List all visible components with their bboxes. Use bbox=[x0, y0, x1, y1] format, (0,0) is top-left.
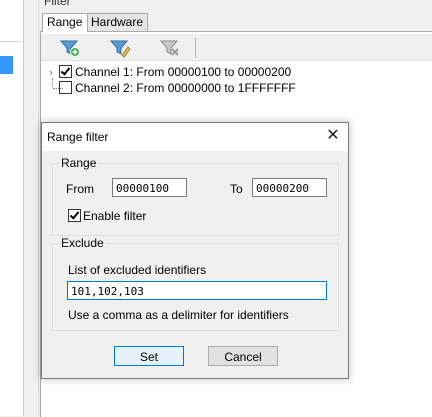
from-input[interactable]: 00000100 bbox=[112, 178, 187, 197]
delimiter-hint: Use a comma as a delimiter for identifie… bbox=[68, 308, 289, 322]
from-label: From bbox=[66, 182, 94, 196]
channel-1-checkbox[interactable] bbox=[59, 65, 72, 78]
to-label: To bbox=[230, 182, 243, 196]
dialog-title: Range filter bbox=[47, 130, 109, 144]
left-panel-divider bbox=[0, 41, 22, 42]
exclude-groupbox: Exclude List of excluded identifiers 101… bbox=[52, 236, 339, 331]
tree-connector bbox=[52, 78, 54, 88]
tree-connector bbox=[53, 88, 63, 90]
exclude-group-label: Exclude bbox=[59, 236, 106, 250]
expand-icon[interactable]: › bbox=[49, 65, 59, 81]
set-button[interactable]: Set bbox=[114, 346, 184, 366]
splitter[interactable] bbox=[24, 0, 38, 416]
cancel-button[interactable]: Cancel bbox=[208, 346, 278, 366]
edit-filter-icon bbox=[109, 40, 131, 58]
left-panel bbox=[0, 0, 24, 416]
channel-1-label: Channel 1: From 00000100 to 00000200 bbox=[75, 65, 292, 79]
tab-range[interactable]: Range bbox=[42, 13, 88, 32]
tree-row-channel-1[interactable]: › Channel 1: From 00000100 to 00000200 bbox=[49, 64, 296, 80]
channel-tree: › Channel 1: From 00000100 to 00000200 Ch… bbox=[49, 64, 296, 96]
tab-hardware[interactable]: Hardware bbox=[86, 13, 148, 31]
toolbar-separator bbox=[195, 38, 196, 58]
close-icon[interactable]: ✕ bbox=[324, 127, 342, 145]
range-group-label: Range bbox=[59, 156, 99, 170]
tree-row-channel-2[interactable]: Channel 2: From 00000000 to 1FFFFFFF bbox=[49, 80, 296, 96]
add-filter-icon bbox=[59, 40, 80, 57]
enable-filter-label[interactable]: Enable filter bbox=[83, 209, 146, 223]
to-input[interactable]: 00000200 bbox=[252, 178, 327, 197]
range-groupbox: Range From 00000100 To 00000200 Enable f… bbox=[52, 156, 339, 236]
delete-filter-icon bbox=[159, 40, 179, 56]
enable-filter-checkbox[interactable] bbox=[68, 209, 81, 222]
excluded-list-label: List of excluded identifiers bbox=[68, 263, 207, 277]
dialog-titlebar[interactable]: Range filter ✕ bbox=[42, 123, 348, 151]
left-panel-selected-row[interactable] bbox=[0, 56, 13, 74]
excluded-ids-input[interactable]: 101,102,103 bbox=[67, 281, 327, 300]
edit-filter-button[interactable] bbox=[109, 38, 131, 58]
range-filter-dialog: Range filter ✕ Range From 00000100 To 00… bbox=[41, 122, 349, 379]
channel-2-label: Channel 2: From 00000000 to 1FFFFFFF bbox=[75, 81, 296, 95]
panel-border bbox=[38, 0, 39, 416]
filter-toolbar bbox=[41, 34, 432, 61]
filter-group-title: Filter bbox=[44, 0, 71, 8]
delete-filter-button[interactable] bbox=[159, 38, 181, 58]
add-filter-button[interactable] bbox=[59, 38, 81, 58]
